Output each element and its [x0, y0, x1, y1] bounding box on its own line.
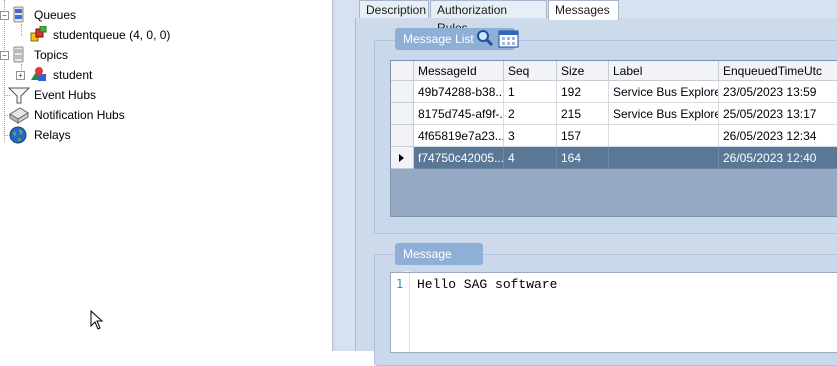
tab-messages[interactable]: Messages: [548, 0, 619, 20]
cell-messageid[interactable]: 8175d745-af9f-...: [414, 103, 504, 125]
notification-hubs-icon: [9, 107, 29, 124]
line-number: 1: [396, 277, 404, 291]
mouse-cursor-icon: [90, 310, 104, 330]
cell-enqueued-time[interactable]: 23/05/2023 13:59: [719, 81, 837, 103]
tree-node-notification-hubs[interactable]: Notification Hubs: [0, 106, 200, 124]
cell-size[interactable]: 192: [557, 81, 609, 103]
cell-label[interactable]: [609, 125, 719, 147]
expand-icon[interactable]: +: [16, 71, 25, 80]
calendar-icon[interactable]: [498, 28, 520, 48]
queue-folder-icon: [13, 6, 24, 23]
line-number-gutter: 1: [391, 273, 410, 352]
message-list-title: Message List: [395, 28, 515, 50]
message-body-text[interactable]: Hello SAG software: [417, 277, 557, 292]
tree-node-topics[interactable]: − Topics: [0, 46, 200, 64]
message-list-title-text: Message List: [403, 32, 474, 46]
table-row[interactable]: 4f65819e7a23... 3 157 26/05/2023 12:34: [391, 125, 837, 147]
cell-enqueued-time[interactable]: 26/05/2023 12:40: [719, 147, 837, 169]
tree-label-topics: Topics: [34, 48, 69, 62]
cell-seq[interactable]: 1: [504, 81, 557, 103]
cell-enqueued-time[interactable]: 25/05/2023 13:17: [719, 103, 837, 125]
row-header[interactable]: [391, 125, 414, 147]
cell-messageid[interactable]: 4f65819e7a23...: [414, 125, 504, 147]
row-header[interactable]: [391, 147, 414, 169]
cell-enqueued-time[interactable]: 26/05/2023 12:34: [719, 125, 837, 147]
table-row-selected[interactable]: f74750c42005... 4 164 26/05/2023 12:40: [391, 147, 837, 169]
cell-seq[interactable]: 4: [504, 147, 557, 169]
cell-label[interactable]: Service Bus Explorer: [609, 103, 719, 125]
tree-node-event-hubs[interactable]: Event Hubs: [0, 86, 200, 104]
cell-size[interactable]: 215: [557, 103, 609, 125]
message-list-grid[interactable]: MessageId Seq Size Label EnqueuedTimeUtc…: [390, 60, 837, 217]
tab-authorization-rules[interactable]: Authorization Rules: [430, 0, 547, 35]
tree-node-studentqueue[interactable]: studentqueue (4, 0, 0): [0, 26, 200, 44]
cell-seq[interactable]: 3: [504, 125, 557, 147]
column-header-enqueuedtimeutc[interactable]: EnqueuedTimeUtc: [719, 61, 837, 81]
table-row[interactable]: 49b74288-b38... 1 192 Service Bus Explor…: [391, 81, 837, 103]
cell-size[interactable]: 164: [557, 147, 609, 169]
column-header-messageid[interactable]: MessageId: [414, 61, 504, 81]
message-text-editor[interactable]: 1 Hello SAG software: [390, 272, 837, 353]
column-header-seq[interactable]: Seq: [504, 61, 557, 81]
cell-size[interactable]: 157: [557, 125, 609, 147]
tree-label-student: student: [53, 68, 93, 82]
tree-node-queues[interactable]: − Queues: [0, 6, 200, 24]
column-header-size[interactable]: Size: [557, 61, 609, 81]
grid-corner-header: [391, 61, 414, 81]
tab-description[interactable]: Description: [359, 0, 429, 18]
event-hubs-icon: [8, 87, 30, 104]
topic-folder-icon: [13, 46, 24, 63]
row-header[interactable]: [391, 103, 414, 125]
tree-label-event-hubs: Event Hubs: [34, 88, 97, 102]
search-icon[interactable]: [476, 29, 494, 47]
tree-node-relays[interactable]: Relays: [0, 126, 200, 144]
tree-node-student[interactable]: + student: [0, 66, 200, 84]
current-row-arrow-icon: [399, 154, 404, 162]
cell-label[interactable]: Service Bus Explorer: [609, 81, 719, 103]
namespace-tree: − Queues studentqueue (4, 0, 0) − Topics…: [0, 0, 332, 351]
collapse-icon[interactable]: −: [0, 51, 9, 60]
tree-label-studentqueue: studentqueue (4, 0, 0): [53, 28, 171, 42]
relays-globe-icon: [9, 126, 27, 144]
cell-label[interactable]: [609, 147, 719, 169]
cell-messageid[interactable]: 49b74288-b38...: [414, 81, 504, 103]
row-header[interactable]: [391, 81, 414, 103]
tree-label-notification-hubs: Notification Hubs: [34, 108, 125, 122]
tree-label-queues: Queues: [34, 8, 77, 22]
queue-icon: [30, 26, 47, 42]
collapse-icon[interactable]: −: [0, 11, 9, 20]
column-header-label[interactable]: Label: [609, 61, 719, 81]
cell-messageid[interactable]: f74750c42005...: [414, 147, 504, 169]
topic-icon: [31, 67, 46, 81]
table-row[interactable]: 8175d745-af9f-... 2 215 Service Bus Expl…: [391, 103, 837, 125]
cell-seq[interactable]: 2: [504, 103, 557, 125]
message-text-title: Message Text: [395, 243, 483, 283]
tree-label-relays: Relays: [34, 128, 71, 142]
